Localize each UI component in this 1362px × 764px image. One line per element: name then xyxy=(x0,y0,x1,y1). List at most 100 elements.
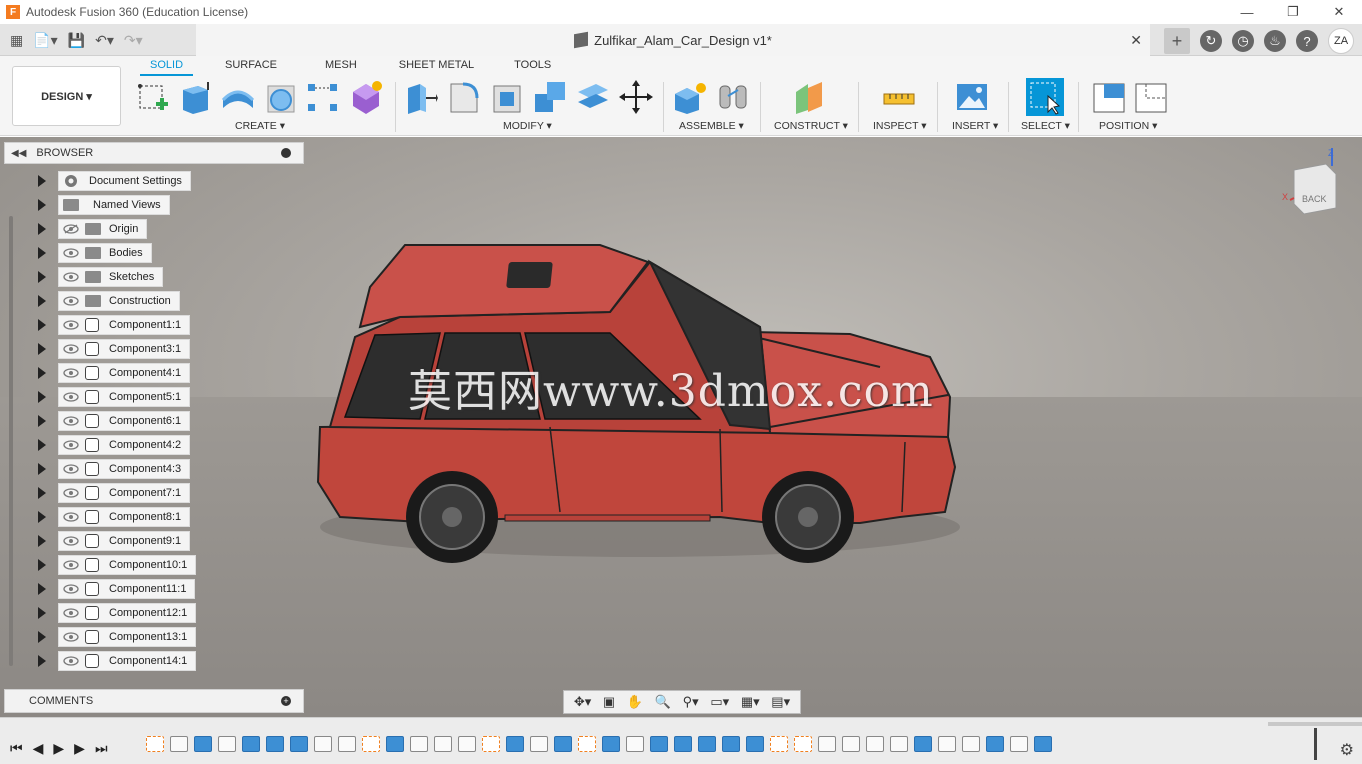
browser-scrollbar[interactable] xyxy=(9,216,13,666)
timeline-feature-icon[interactable] xyxy=(482,736,500,752)
grid-settings-icon[interactable]: ▦▾ xyxy=(741,694,760,710)
timeline-feature-icon[interactable] xyxy=(1010,736,1028,752)
capture-position-icon[interactable] xyxy=(1092,80,1126,114)
browser-item[interactable]: Component12:1 xyxy=(38,603,197,623)
expand-arrow-icon[interactable] xyxy=(38,535,46,547)
timeline-feature-icon[interactable] xyxy=(218,736,236,752)
visibility-eye-icon[interactable] xyxy=(63,416,79,426)
save-icon[interactable]: 💾 xyxy=(64,30,89,50)
timeline-settings-gear-icon[interactable]: ⚙ xyxy=(1340,740,1354,760)
look-at-icon[interactable]: ▣ xyxy=(603,694,615,710)
file-menu-icon[interactable]: 📄▾ xyxy=(29,30,61,50)
inspect-menu[interactable]: INSPECT ▾ xyxy=(873,120,927,132)
select-menu[interactable]: SELECT ▾ xyxy=(1021,120,1070,132)
timeline-feature-icon[interactable] xyxy=(866,736,884,752)
browser-item-box[interactable]: Sketches xyxy=(58,267,164,287)
timeline-feature-icon[interactable] xyxy=(818,736,836,752)
browser-item[interactable]: Component3:1 xyxy=(38,339,191,359)
timeline-feature-icon[interactable] xyxy=(146,736,164,752)
tab-surface[interactable]: SURFACE xyxy=(215,56,287,76)
browser-item-box[interactable]: Component5:1 xyxy=(58,387,191,407)
notifications-bell-icon[interactable]: ♨ xyxy=(1264,30,1286,52)
timeline-feature-icon[interactable] xyxy=(266,736,284,752)
create-menu[interactable]: CREATE ▾ xyxy=(235,120,285,132)
browser-item-box[interactable]: Component4:3 xyxy=(58,459,191,479)
browser-item[interactable]: Component10:1 xyxy=(38,555,197,575)
expand-arrow-icon[interactable] xyxy=(38,247,46,259)
browser-item-box[interactable]: Component10:1 xyxy=(58,555,197,575)
browser-item-box[interactable]: Component12:1 xyxy=(58,603,197,623)
browser-item-box[interactable]: Component6:1 xyxy=(58,411,191,431)
visibility-eye-icon[interactable] xyxy=(63,536,79,546)
timeline-feature-icon[interactable] xyxy=(938,736,956,752)
expand-arrow-icon[interactable] xyxy=(38,415,46,427)
collapse-panel-icon[interactable]: ◀◀ xyxy=(11,148,26,159)
insert-image-icon[interactable] xyxy=(955,80,989,114)
go-to-end-icon[interactable]: ⏭ xyxy=(95,740,108,757)
fillet-icon[interactable] xyxy=(447,80,481,114)
timeline-feature-icon[interactable] xyxy=(962,736,980,752)
restore-button[interactable]: ❐ xyxy=(1270,0,1316,24)
expand-arrow-icon[interactable] xyxy=(38,391,46,403)
timeline-feature-icon[interactable] xyxy=(338,736,356,752)
visibility-eye-icon[interactable] xyxy=(63,464,79,474)
expand-arrow-icon[interactable] xyxy=(38,223,46,235)
browser-item-box[interactable]: Component1:1 xyxy=(58,315,191,335)
expand-arrow-icon[interactable] xyxy=(38,631,46,643)
extensions-icon[interactable]: ↻ xyxy=(1200,30,1222,52)
expand-arrow-icon[interactable] xyxy=(38,655,46,667)
timeline-feature-icon[interactable] xyxy=(986,736,1004,752)
browser-item[interactable]: Component5:1 xyxy=(38,387,191,407)
insert-menu[interactable]: INSERT ▾ xyxy=(952,120,998,132)
visibility-eye-icon[interactable] xyxy=(63,608,79,618)
job-status-icon[interactable]: ◷ xyxy=(1232,30,1254,52)
expand-arrow-icon[interactable] xyxy=(38,463,46,475)
viewcube[interactable]: BACK Z X xyxy=(1282,148,1342,228)
expand-arrow-icon[interactable] xyxy=(38,319,46,331)
tab-tools[interactable]: TOOLS xyxy=(504,56,561,76)
timeline-feature-icon[interactable] xyxy=(1034,736,1052,752)
new-component-icon[interactable] xyxy=(673,80,707,114)
browser-item-box[interactable]: Origin xyxy=(58,219,148,239)
tab-solid[interactable]: SOLID xyxy=(140,56,194,76)
select-icon[interactable] xyxy=(1026,78,1064,116)
timeline-feature-icon[interactable] xyxy=(530,736,548,752)
create-sketch-icon[interactable] xyxy=(136,80,170,114)
move-copy-icon[interactable] xyxy=(619,80,653,114)
timeline-feature-icon[interactable] xyxy=(242,736,260,752)
visibility-eye-icon[interactable] xyxy=(63,320,79,330)
viewports-icon[interactable]: ▤▾ xyxy=(771,694,790,710)
add-comment-icon[interactable]: + xyxy=(281,696,291,706)
browser-item-box[interactable]: Component13:1 xyxy=(58,627,197,647)
undo-icon[interactable]: ↶▾ xyxy=(91,30,118,50)
visibility-eye-icon[interactable] xyxy=(63,512,79,522)
workspace-switcher-button[interactable]: DESIGN ▾ xyxy=(12,66,121,126)
timeline-feature-icon[interactable] xyxy=(194,736,212,752)
step-forward-icon[interactable]: ▶ xyxy=(74,740,85,757)
browser-item[interactable]: Component7:1 xyxy=(38,483,191,503)
visibility-eye-icon[interactable] xyxy=(63,296,79,306)
zoom-icon[interactable]: 🔍 xyxy=(655,694,671,710)
expand-arrow-icon[interactable] xyxy=(38,175,46,187)
timeline-feature-icon[interactable] xyxy=(842,736,860,752)
tab-mesh[interactable]: MESH xyxy=(315,56,367,76)
timeline-feature-icon[interactable] xyxy=(626,736,644,752)
car-model[interactable] xyxy=(0,137,1362,717)
timeline-feature-icon[interactable] xyxy=(746,736,764,752)
expand-arrow-icon[interactable] xyxy=(38,199,46,211)
timeline-feature-icon[interactable] xyxy=(770,736,788,752)
timeline-feature-icon[interactable] xyxy=(290,736,308,752)
browser-item[interactable]: Component4:3 xyxy=(38,459,191,479)
expand-arrow-icon[interactable] xyxy=(38,367,46,379)
combine-icon[interactable] xyxy=(533,80,567,114)
browser-panel-header[interactable]: ◀◀ BROWSER xyxy=(4,142,304,164)
minimize-panel-icon[interactable] xyxy=(281,148,291,158)
create-form-icon[interactable] xyxy=(349,80,383,114)
browser-item[interactable]: Component14:1 xyxy=(38,651,197,671)
play-icon[interactable]: ▶ xyxy=(53,740,64,757)
timeline-feature-icon[interactable] xyxy=(170,736,188,752)
timeline-feature-icon[interactable] xyxy=(890,736,908,752)
visibility-eye-icon[interactable] xyxy=(63,656,79,666)
modify-menu[interactable]: MODIFY ▾ xyxy=(503,120,552,132)
pattern-icon[interactable] xyxy=(306,80,340,114)
